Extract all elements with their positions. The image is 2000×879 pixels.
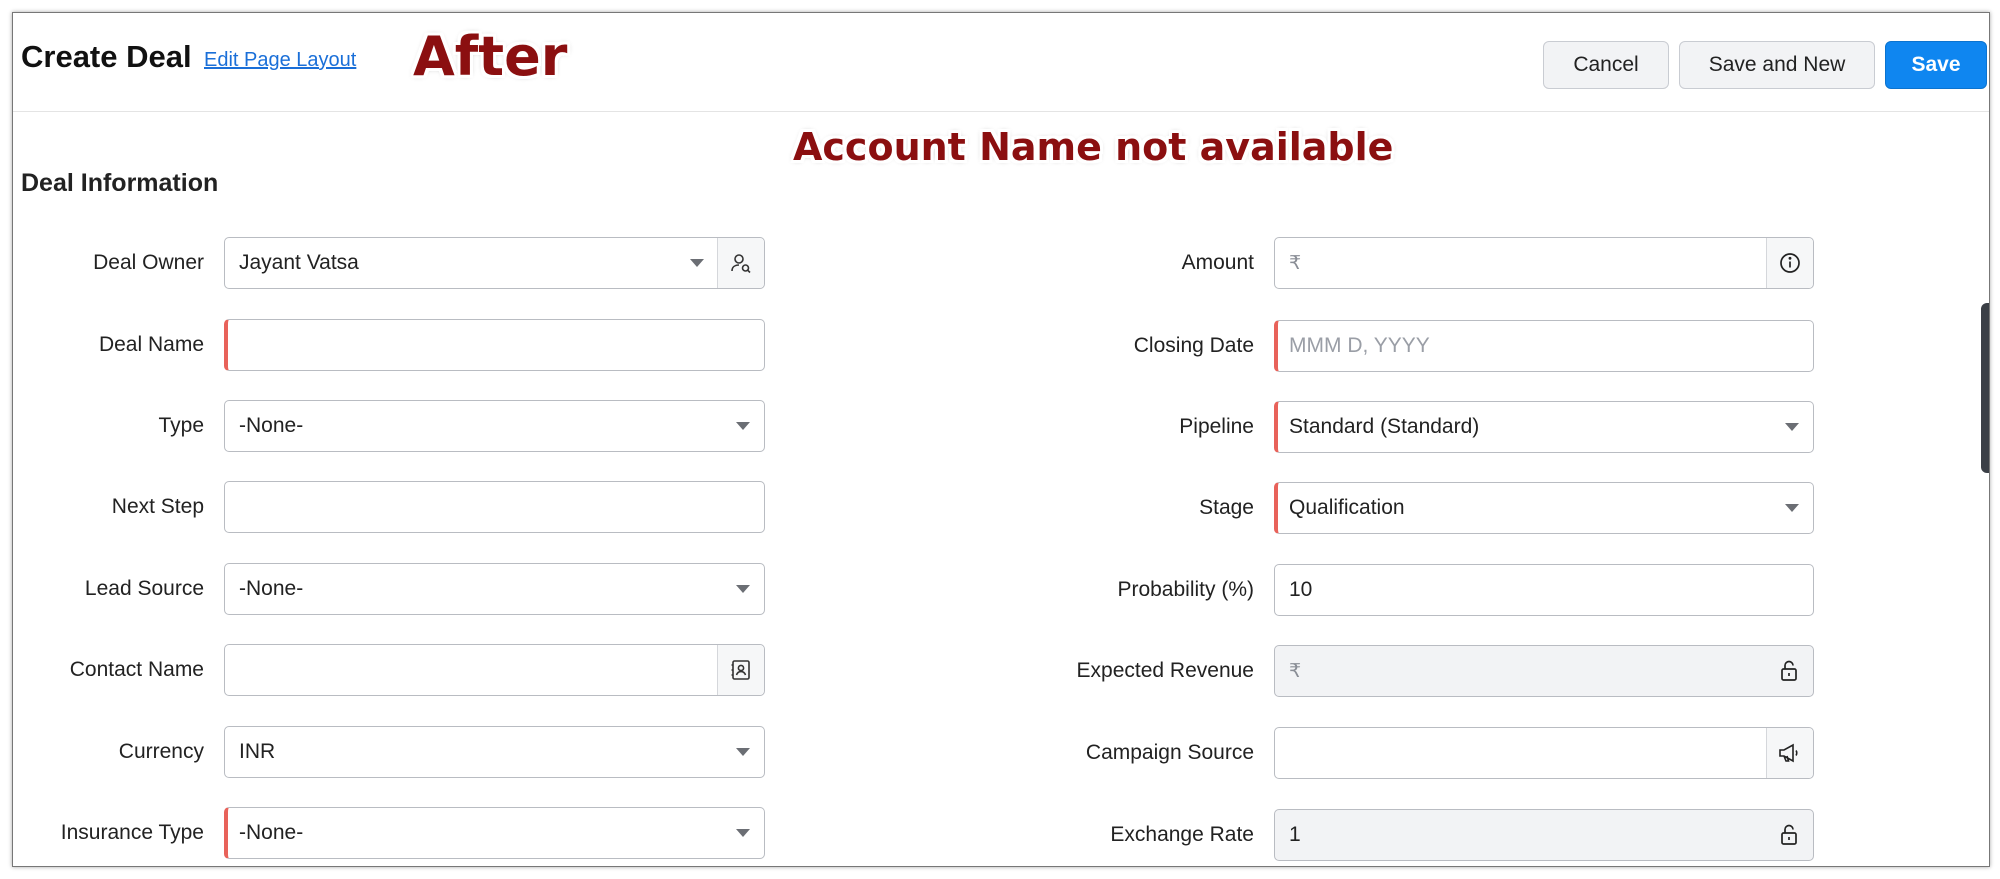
field-row-pipeline: Pipeline Standard (Standard) (21, 401, 1831, 453)
amount-value: ₹ (1289, 238, 1301, 288)
rupee-prefix: ₹ (1289, 253, 1302, 274)
closing-date-placeholder: MMM D, YYYY (1289, 334, 1430, 357)
lock-icon (1777, 822, 1801, 853)
probability-input[interactable]: 10 (1274, 564, 1814, 616)
pipeline-label: Pipeline (1179, 415, 1254, 438)
campaign-source-label: Campaign Source (1085, 741, 1254, 764)
field-row-expected-revenue: Expected Revenue ₹ (21, 645, 1831, 697)
stage-select[interactable]: Qualification (1274, 482, 1814, 534)
stage-value: Qualification (1289, 496, 1405, 519)
section-title: Deal Information (21, 169, 219, 197)
exchange-rate-field: 1 (1274, 809, 1814, 861)
campaign-source-input[interactable] (1274, 727, 1814, 779)
page-title: Create Deal (21, 39, 192, 74)
field-row-closing-date: Closing Date MMM D, YYYY (21, 320, 1831, 372)
field-row-stage: Stage Qualification (21, 482, 1831, 534)
pipeline-value: Standard (Standard) (1289, 415, 1480, 438)
lock-icon (1777, 658, 1801, 689)
side-panel-handle[interactable] (1981, 303, 1989, 473)
exchange-rate-value: 1 (1289, 823, 1301, 846)
exchange-rate-label: Exchange Rate (1110, 823, 1254, 846)
create-deal-window: Create Deal Edit Page Layout After Cance… (12, 12, 1990, 867)
pipeline-select[interactable]: Standard (Standard) (1274, 401, 1814, 453)
caret-down-icon (1785, 423, 1799, 431)
save-and-new-button[interactable]: Save and New (1679, 41, 1875, 89)
amount-label: Amount (1181, 251, 1254, 274)
expected-revenue-value: ₹ (1289, 646, 1301, 696)
amount-input[interactable]: ₹ (1274, 237, 1814, 289)
field-row-campaign-source: Campaign Source (21, 727, 1831, 779)
probability-label: Probability (%) (1117, 578, 1254, 601)
field-row-probability: Probability (%) 10 (21, 564, 1831, 616)
expected-revenue-label: Expected Revenue (1076, 659, 1254, 682)
rupee-prefix: ₹ (1289, 661, 1302, 682)
probability-value: 10 (1289, 578, 1313, 601)
account-name-annotation: Account Name not available (793, 125, 1394, 169)
cancel-button[interactable]: Cancel (1543, 41, 1669, 89)
edit-page-layout-link[interactable]: Edit Page Layout (204, 49, 356, 72)
info-icon[interactable] (1766, 238, 1813, 288)
expected-revenue-field: ₹ (1274, 645, 1814, 697)
field-row-exchange-rate: Exchange Rate 1 (21, 809, 1831, 861)
megaphone-icon[interactable] (1766, 728, 1813, 778)
after-annotation: After (413, 25, 568, 88)
stage-label: Stage (1199, 496, 1254, 519)
closing-date-label: Closing Date (1133, 334, 1254, 357)
closing-date-input[interactable]: MMM D, YYYY (1274, 320, 1814, 372)
caret-down-icon (1785, 504, 1799, 512)
save-button[interactable]: Save (1885, 41, 1987, 89)
field-row-amount: Amount ₹ (21, 237, 1831, 289)
page-header: Create Deal Edit Page Layout After Cance… (13, 13, 1989, 112)
